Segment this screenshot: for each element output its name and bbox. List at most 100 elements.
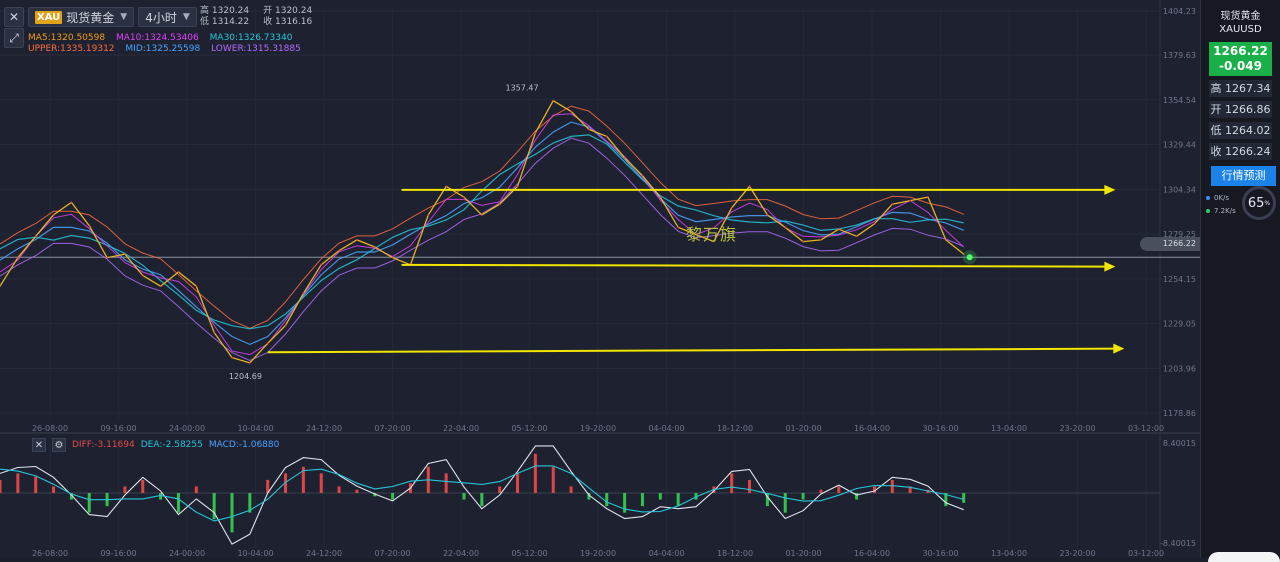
price-point xyxy=(231,356,233,359)
macd-y-tick-label: -8.40015 xyxy=(1160,539,1196,548)
ma5-label: MA5:1320.50598 xyxy=(28,33,106,43)
x-tick-label-macd: 23-20:00 xyxy=(1059,549,1095,558)
macd-bar xyxy=(230,493,234,533)
upload-dot-icon xyxy=(1206,196,1210,200)
price-point xyxy=(748,185,751,188)
close-icon: ✕ xyxy=(34,439,44,451)
quote-close: 收 1266.24 xyxy=(1209,143,1272,160)
macd-bar xyxy=(748,479,752,493)
price-point xyxy=(445,185,448,188)
price-annotation: 1204.69 xyxy=(229,372,262,381)
price-point xyxy=(284,324,287,327)
price-point xyxy=(605,135,608,138)
ma-legend: MA5:1320.50598 MA10:1324.53406 MA30:1326… xyxy=(28,33,300,43)
chevron-down-icon: ▼ xyxy=(120,12,128,22)
memory-gauge[interactable]: 65% xyxy=(1242,186,1276,220)
predict-button[interactable]: 行情预测 xyxy=(1211,166,1276,186)
macd-bar xyxy=(319,473,323,493)
price-point xyxy=(195,285,198,288)
ohlc-low: 低 1314.22 xyxy=(200,17,250,27)
upper-label: UPPER:1335.19312 xyxy=(28,44,115,54)
ma10-label: MA10:1324.53406 xyxy=(115,33,199,43)
last-point-marker xyxy=(966,254,973,261)
chevron-down-icon: ▼ xyxy=(182,12,190,22)
x-tick-label-macd: 24-12:00 xyxy=(306,549,342,558)
x-tick-label: 30-16:00 xyxy=(922,424,958,433)
macd-bar xyxy=(730,473,734,493)
macd-bar xyxy=(819,489,823,493)
macd-bar xyxy=(337,486,341,493)
expand-button[interactable]: ⤢ xyxy=(4,28,24,48)
macd-bar xyxy=(176,493,180,513)
watermark: 黎万旗 xyxy=(686,225,738,244)
macd-bar xyxy=(569,486,573,493)
x-tick-label-macd: 09-16:00 xyxy=(100,549,136,558)
period-selector[interactable]: 4小时 ▼ xyxy=(138,7,197,27)
y-tick-label: 1229.05 xyxy=(1163,320,1196,329)
price-point xyxy=(88,224,91,227)
x-tick-label-macd: 05-12:00 xyxy=(511,549,547,558)
symbol-selector[interactable]: XAU 现货黄金 ▼ xyxy=(28,7,135,27)
macd-bar xyxy=(658,493,662,500)
x-tick-label-macd: 18-12:00 xyxy=(717,549,753,558)
y-tick-label: 1178.86 xyxy=(1163,409,1196,418)
y-tick-label: 1329.44 xyxy=(1163,141,1196,150)
price-chart[interactable]: 1404.231379.631354.541329.441304.341279.… xyxy=(0,0,1200,558)
y-tick-label: 1379.63 xyxy=(1163,51,1196,60)
network-speed: 0K/s 7.2K/s xyxy=(1206,192,1236,218)
quote-low: 低 1264.02 xyxy=(1209,122,1272,139)
price-point xyxy=(302,292,305,295)
macd-bar xyxy=(444,473,448,493)
x-tick-label: 26-08:00 xyxy=(32,424,68,433)
macd-close-button[interactable]: ✕ xyxy=(32,438,46,452)
macd-bar xyxy=(141,479,145,493)
macd-label: MACD:-1.06880 xyxy=(208,440,280,450)
trend-arrow-head xyxy=(1113,343,1125,354)
macd-bar xyxy=(551,466,555,493)
macd-bar xyxy=(605,493,609,507)
price-point xyxy=(873,222,876,225)
ma30-label: MA30:1326.73340 xyxy=(209,33,293,43)
price-point xyxy=(570,110,572,113)
price-point xyxy=(266,342,269,345)
x-tick-label-macd: 22-04:00 xyxy=(443,549,479,558)
price-point xyxy=(34,235,37,238)
chart-area[interactable]: 1404.23 1379.63 1354.54 1329.44 1304.34 1279.… xyxy=(0,0,1200,558)
x-tick-label: 24-00:00 xyxy=(169,424,205,433)
macd-bar xyxy=(783,493,787,513)
close-icon: ✕ xyxy=(8,10,20,24)
macd-bar xyxy=(52,486,56,493)
macd-bar xyxy=(962,493,966,503)
sidebar-title: 现货黄金 XAUUSD xyxy=(1219,11,1262,35)
x-tick-label-macd: 10-04:00 xyxy=(237,549,273,558)
y-tick-label: 1354.54 xyxy=(1163,96,1196,105)
ohlc-open: 开 1320.24 xyxy=(263,6,313,16)
y-tick-label: 1404.23 xyxy=(1163,7,1196,16)
x-tick-label: 10-04:00 xyxy=(237,424,273,433)
macd-bar xyxy=(480,493,484,507)
macd-bar xyxy=(801,493,805,500)
price-point xyxy=(552,99,555,102)
quote-sidebar: 现货黄金 XAUUSD 1266.22 -0.049 高 1267.34 开 1… xyxy=(1200,0,1280,558)
x-tick-label-macd: 30-16:00 xyxy=(922,549,958,558)
macd-bar xyxy=(516,473,520,493)
x-tick-label: 18-12:00 xyxy=(717,424,753,433)
lower-band-line xyxy=(0,137,964,361)
macd-header: ✕ ⚙ DIFF:-3.11694 DEA:-2.58255 MACD:-1.0… xyxy=(32,438,279,452)
price-change: -0.049 xyxy=(1219,59,1262,73)
dea-label: DEA:-2.58255 xyxy=(140,440,203,450)
price-point xyxy=(427,213,430,216)
x-tick-label: 24-12:00 xyxy=(306,424,342,433)
price-point xyxy=(141,274,144,277)
x-tick-label-macd: 16-04:00 xyxy=(854,549,890,558)
price-point xyxy=(213,331,216,334)
price-point xyxy=(944,238,947,241)
close-button[interactable]: ✕ xyxy=(4,7,24,27)
price-point xyxy=(320,263,323,266)
price-point xyxy=(52,213,55,216)
x-tick-label: 07-20:00 xyxy=(374,424,410,433)
symbol-badge: XAU xyxy=(35,10,63,24)
price-point xyxy=(177,271,180,273)
macd-bar xyxy=(194,486,198,493)
macd-settings-button[interactable]: ⚙ xyxy=(52,438,66,452)
